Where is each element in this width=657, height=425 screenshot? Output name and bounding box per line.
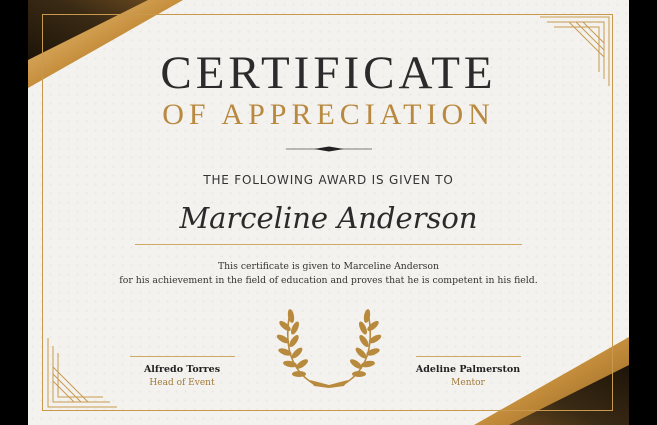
signature-line-left (130, 356, 235, 357)
signature-line-right (416, 356, 521, 357)
signatory-name-left: Alfredo Torres (143, 364, 221, 375)
signatory-name-right: Adeline Palmerston (415, 364, 521, 375)
recipient-name: Marceline Anderson (179, 201, 478, 235)
award-intro: THE FOLLOWING AWARD IS GIVEN TO (203, 173, 454, 187)
description-line-2: for his achievement in the field of educ… (119, 275, 538, 286)
certificate-title: CERTIFICATE (160, 47, 497, 99)
signatory-role-right: Mentor (451, 378, 485, 388)
certificate-subtitle: OF APPRECIATION (162, 98, 495, 131)
signatory-role-left: Head of Event (149, 378, 215, 388)
laurel-wreath-icon (276, 309, 382, 388)
ornamental-divider-icon (286, 146, 372, 152)
description-line-1: This certificate is given to Marceline A… (217, 261, 440, 272)
recipient-underline (135, 244, 522, 245)
certificate-page: CERTIFICATE OF APPRECIATION THE FOLLOWIN… (28, 0, 629, 425)
